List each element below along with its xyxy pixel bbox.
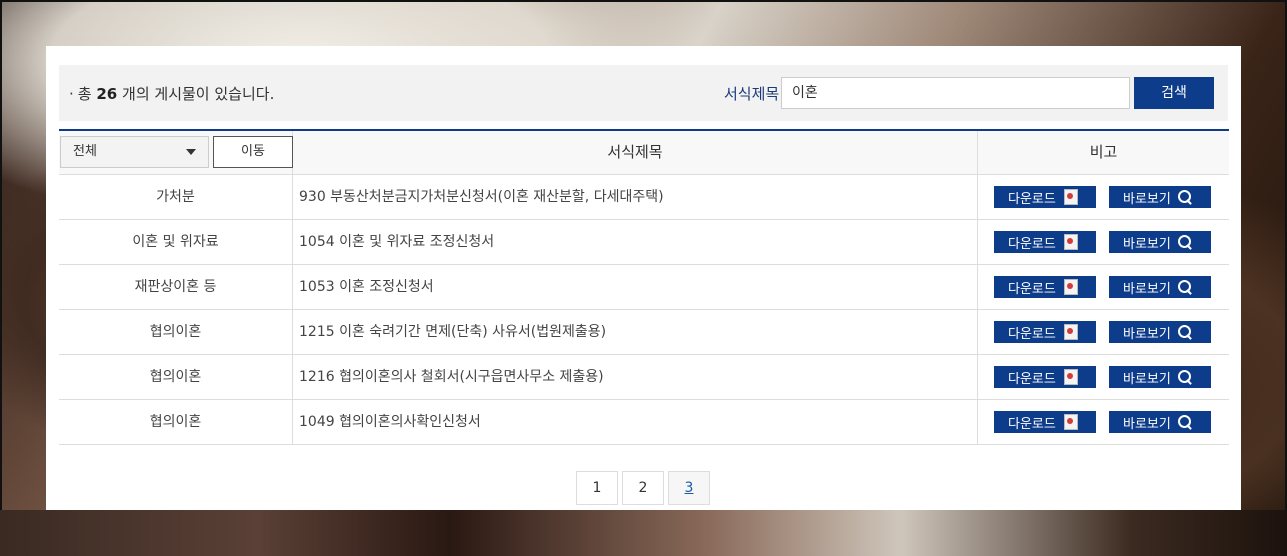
page-link-1[interactable]: 1 — [576, 471, 618, 505]
view-button[interactable]: 바로보기 — [1109, 366, 1211, 388]
download-label: 다운로드 — [1008, 326, 1056, 342]
chevron-down-icon — [186, 149, 196, 155]
download-button[interactable]: 다운로드 — [994, 186, 1096, 208]
download-button[interactable]: 다운로드 — [994, 366, 1096, 388]
search-icon — [1177, 189, 1193, 205]
view-label: 바로보기 — [1123, 371, 1171, 387]
row-actions: 다운로드 바로보기 — [978, 355, 1229, 399]
category-select-value: 전체 — [73, 144, 97, 159]
column-header-note: 비고 — [1089, 143, 1118, 161]
table-row: 이혼 및 위자료 1054 이혼 및 위자료 조정신청서 다운로드 바로보기 — [59, 220, 1229, 265]
table-row: 재판상이혼 등 1053 이혼 조정신청서 다운로드 바로보기 — [59, 265, 1229, 310]
count-prefix: 총 — [77, 85, 92, 103]
view-button[interactable]: 바로보기 — [1109, 321, 1211, 343]
table-row: 협의이혼 1216 협의이혼의사 철회서(시구읍면사무소 제출용) 다운로드 바… — [59, 355, 1229, 400]
table-row: 가처분 930 부동산처분금지가처분신청서(이혼 재산분할, 다세대주택) 다운… — [59, 175, 1229, 220]
search-button[interactable]: 검색 — [1134, 77, 1214, 109]
row-category: 재판상이혼 등 — [59, 265, 293, 309]
post-count-text: · 총 26 개의 게시물이 있습니다. — [69, 83, 274, 104]
row-actions: 다운로드 바로보기 — [978, 400, 1229, 444]
row-category: 협의이혼 — [59, 355, 293, 399]
background-image — [0, 510, 1287, 556]
document-icon — [1063, 189, 1078, 205]
row-category: 협의이혼 — [59, 310, 293, 354]
view-button[interactable]: 바로보기 — [1109, 231, 1211, 253]
download-label: 다운로드 — [1008, 416, 1056, 432]
page-link-3-current[interactable]: 3 — [668, 471, 710, 505]
search-label: 서식제목 — [724, 85, 780, 103]
view-label: 바로보기 — [1123, 416, 1171, 432]
view-label: 바로보기 — [1123, 191, 1171, 207]
download-button[interactable]: 다운로드 — [994, 276, 1096, 298]
view-button[interactable]: 바로보기 — [1109, 411, 1211, 433]
search-icon — [1177, 414, 1193, 430]
row-title[interactable]: 1053 이혼 조정신청서 — [293, 265, 978, 309]
row-title[interactable]: 1049 협의이혼의사확인신청서 — [293, 400, 978, 444]
view-label: 바로보기 — [1123, 326, 1171, 342]
count-suffix: 개의 게시물이 있습니다. — [122, 85, 275, 103]
search-icon — [1177, 279, 1193, 295]
download-button[interactable]: 다운로드 — [994, 321, 1096, 343]
row-title[interactable]: 930 부동산처분금지가처분신청서(이혼 재산분할, 다세대주택) — [293, 175, 978, 219]
row-category: 협의이혼 — [59, 400, 293, 444]
search-input[interactable]: 이혼 — [781, 77, 1130, 109]
search-icon — [1177, 324, 1193, 340]
download-label: 다운로드 — [1008, 281, 1056, 297]
row-actions: 다운로드 바로보기 — [978, 175, 1229, 219]
row-actions: 다운로드 바로보기 — [978, 310, 1229, 354]
forms-table: 전체 이동 서식제목 비고 가처분 930 부동산처분금지가처분신청서(이혼 재… — [59, 129, 1229, 445]
row-title[interactable]: 1054 이혼 및 위자료 조정신청서 — [293, 220, 978, 264]
board-panel: · 총 26 개의 게시물이 있습니다. 서식제목 이혼 검색 전체 이동 서식제… — [46, 46, 1241, 510]
move-button[interactable]: 이동 — [213, 136, 293, 168]
row-title[interactable]: 1216 협의이혼의사 철회서(시구읍면사무소 제출용) — [293, 355, 978, 399]
category-select[interactable]: 전체 — [60, 136, 209, 168]
search-icon — [1177, 369, 1193, 385]
row-category: 가처분 — [59, 175, 293, 219]
page-link-2[interactable]: 2 — [622, 471, 664, 505]
pagination: 1 2 3 — [576, 471, 710, 505]
row-title[interactable]: 1215 이혼 숙려기간 면제(단축) 사유서(법원제출용) — [293, 310, 978, 354]
view-label: 바로보기 — [1123, 281, 1171, 297]
row-actions: 다운로드 바로보기 — [978, 265, 1229, 309]
table-header: 전체 이동 서식제목 비고 — [59, 131, 1229, 175]
document-icon — [1063, 279, 1078, 295]
bullet-icon: · — [69, 85, 74, 103]
document-icon — [1063, 369, 1078, 385]
download-label: 다운로드 — [1008, 236, 1056, 252]
table-row: 협의이혼 1215 이혼 숙려기간 면제(단축) 사유서(법원제출용) 다운로드… — [59, 310, 1229, 355]
category-filter-cell: 전체 이동 — [59, 131, 293, 174]
document-icon — [1063, 414, 1078, 430]
table-row: 협의이혼 1049 협의이혼의사확인신청서 다운로드 바로보기 — [59, 400, 1229, 445]
document-icon — [1063, 324, 1078, 340]
search-bar: · 총 26 개의 게시물이 있습니다. 서식제목 이혼 검색 — [59, 65, 1228, 121]
download-button[interactable]: 다운로드 — [994, 411, 1096, 433]
download-button[interactable]: 다운로드 — [994, 231, 1096, 253]
view-button[interactable]: 바로보기 — [1109, 276, 1211, 298]
view-label: 바로보기 — [1123, 236, 1171, 252]
column-header-title: 서식제목 — [293, 131, 978, 174]
document-icon — [1063, 234, 1078, 250]
post-count: 26 — [96, 85, 118, 103]
download-label: 다운로드 — [1008, 371, 1056, 387]
row-actions: 다운로드 바로보기 — [978, 220, 1229, 264]
search-icon — [1177, 234, 1193, 250]
row-category: 이혼 및 위자료 — [59, 220, 293, 264]
download-label: 다운로드 — [1008, 191, 1056, 207]
view-button[interactable]: 바로보기 — [1109, 186, 1211, 208]
